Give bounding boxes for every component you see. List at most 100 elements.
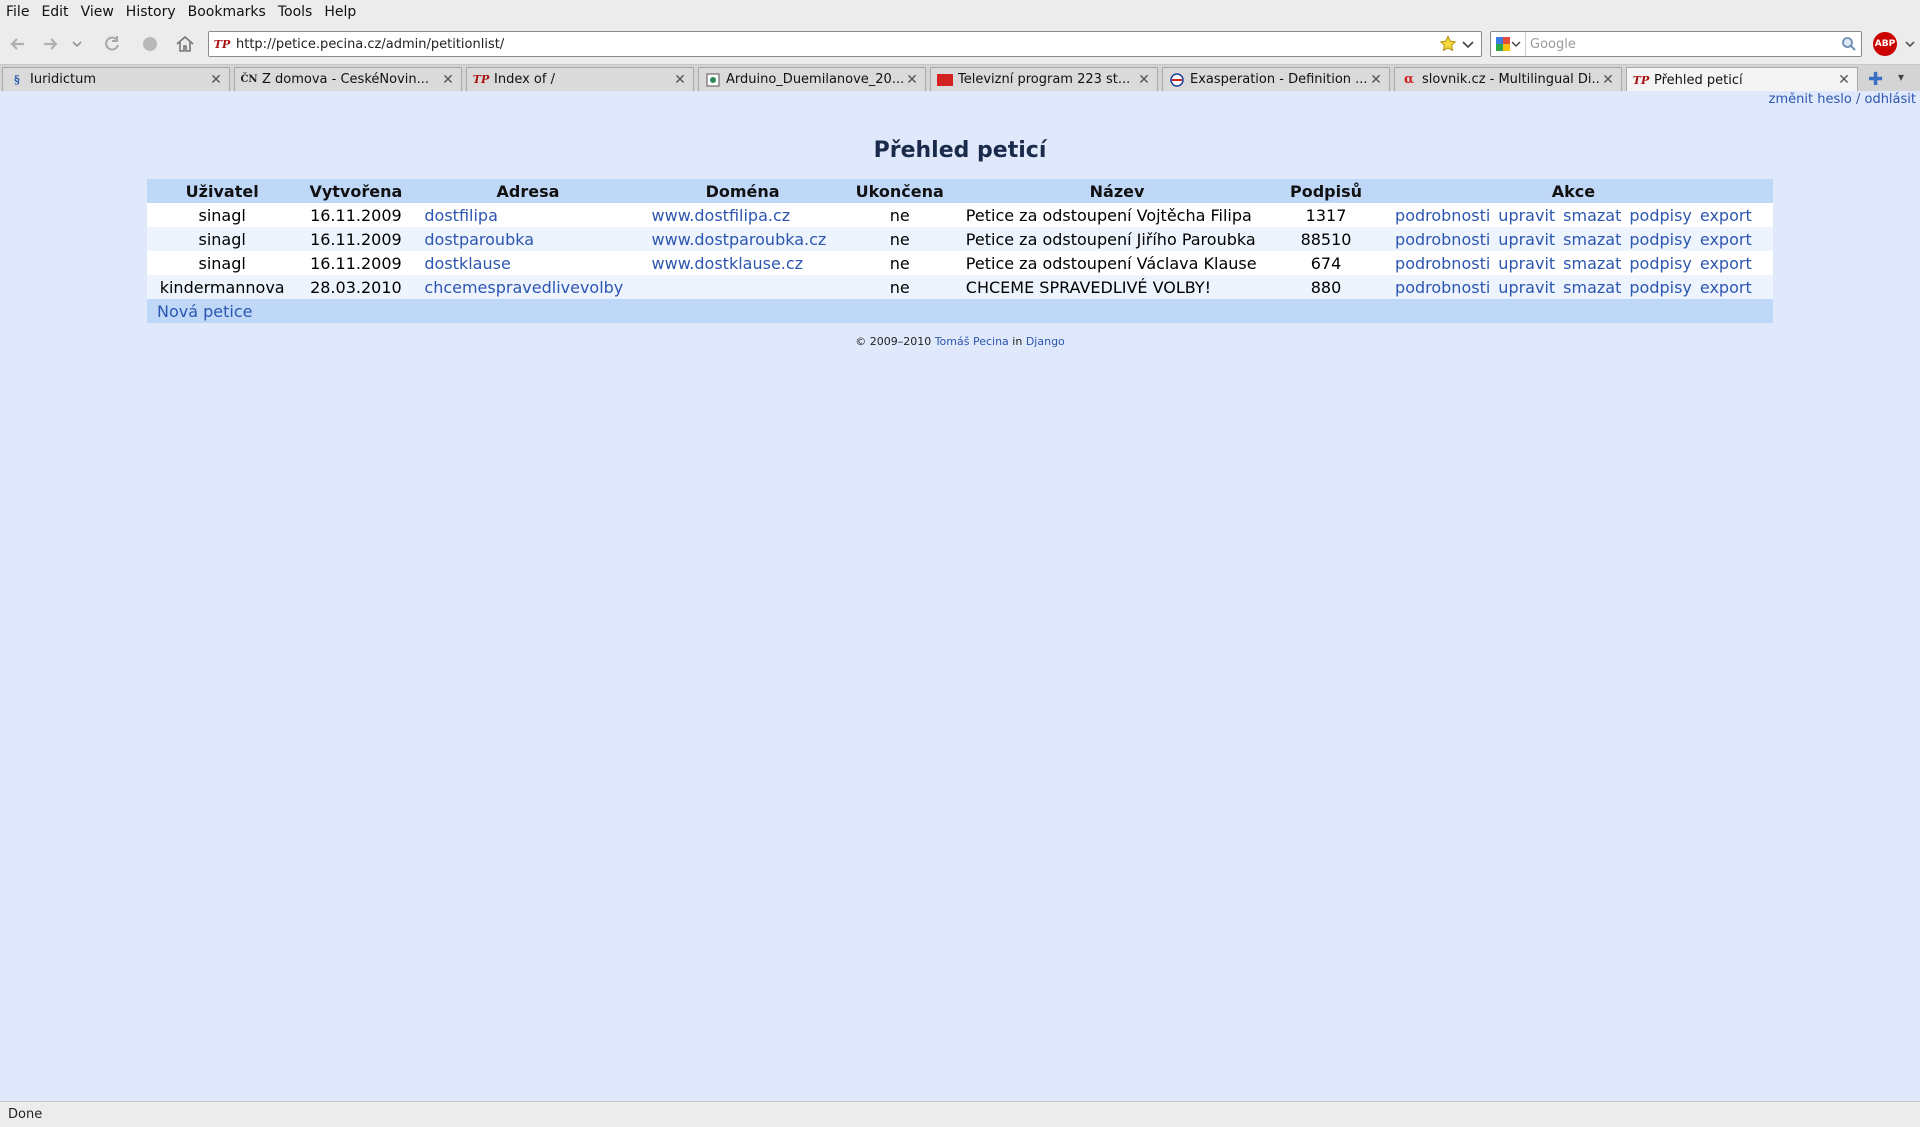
tab-index[interactable]: TP Index of / ✕ [466,67,694,91]
delete-link[interactable]: smazat [1563,230,1621,249]
reload-icon [105,36,119,51]
cell-closed: ne [843,275,956,299]
close-icon[interactable]: ✕ [1837,72,1851,88]
cell-user: kindermannova [147,275,298,299]
status-bar: Done [0,1101,1920,1127]
cell-actions: podrobnosti upravit smazat podpisy export [1373,275,1773,299]
change-password-link[interactable]: změnit heslo [1769,92,1852,107]
address-link[interactable]: dostparoubka [424,230,534,249]
address-link[interactable]: dostklause [424,254,510,273]
table-row: sinagl 16.11.2009 dostfilipa www.dostfil… [147,203,1773,227]
menu-edit[interactable]: Edit [35,4,74,20]
close-icon[interactable]: ✕ [209,72,223,88]
close-icon[interactable]: ✕ [441,72,455,88]
adblock-plus-button[interactable]: ABP [1873,32,1897,56]
stop-button[interactable] [138,32,162,56]
export-link[interactable]: export [1700,278,1752,297]
cell-created: 28.03.2010 [297,275,415,299]
close-icon[interactable]: ✕ [1137,72,1151,88]
table-footer-row: Nová petice [147,299,1773,323]
close-icon[interactable]: ✕ [673,72,687,88]
tab-ceskenoviny[interactable]: ČN Z domova - ČeskéNovin... ✕ [234,67,462,91]
edit-link[interactable]: upravit [1498,230,1555,249]
signatures-link[interactable]: podpisy [1629,278,1692,297]
domain-link[interactable]: www.dostklause.cz [652,254,804,273]
address-link[interactable]: chcemespravedlivevolby [424,278,623,297]
domain-link[interactable]: www.dostfilipa.cz [652,206,791,225]
new-tab-plus-icon[interactable]: ✚ [1868,69,1883,90]
signatures-link[interactable]: podpisy [1629,230,1692,249]
menu-bookmarks[interactable]: Bookmarks [182,4,272,20]
tab-slovnik[interactable]: α slovnik.cz - Multilingual Di... ✕ [1394,67,1622,91]
details-link[interactable]: podrobnosti [1395,278,1490,297]
logout-link[interactable]: odhlásit [1864,92,1916,107]
petition-table: Uživatel Vytvořena Adresa Doména Ukončen… [147,179,1773,323]
menu-history[interactable]: History [120,4,182,20]
tab-tv-program[interactable]: Televizní program 223 st... ✕ [930,67,1158,91]
signatures-link[interactable]: podpisy [1629,206,1692,225]
menu-tools[interactable]: Tools [272,4,319,20]
column-header-domain: Doména [641,179,844,203]
cell-signatures: 1317 [1278,203,1374,227]
new-petition-link[interactable]: Nová petice [157,302,252,321]
tab-exasperation[interactable]: Exasperation - Definition ... ✕ [1162,67,1390,91]
google-icon [1496,37,1510,51]
details-link[interactable]: podrobnosti [1395,230,1490,249]
search-icon[interactable] [1841,36,1857,52]
home-icon [176,35,194,52]
site-identity-icon[interactable]: TP [214,36,230,52]
navigation-toolbar: TP http://petice.pecina.cz/admin/petitio… [0,24,1920,65]
url-bar[interactable]: TP http://petice.pecina.cz/admin/petitio… [208,31,1482,57]
tab-label: Televizní program 223 st... [958,72,1131,87]
cell-user: sinagl [147,227,298,251]
search-engine-selector[interactable] [1491,32,1526,56]
menu-help[interactable]: Help [318,4,362,20]
author-link[interactable]: Tomáš Pecina [935,335,1009,348]
home-button[interactable] [173,32,197,56]
export-link[interactable]: export [1700,254,1752,273]
table-row: sinagl 16.11.2009 dostklause www.dostkla… [147,251,1773,275]
ceskenoviny-favicon: ČN [240,74,258,85]
close-icon[interactable]: ✕ [1601,72,1615,88]
menu-view[interactable]: View [75,4,120,20]
menu-file[interactable]: File [0,4,35,20]
cell-name: CHCEME SPRAVEDLIVÉ VOLBY! [955,275,1279,299]
signatures-link[interactable]: podpisy [1629,254,1692,273]
tab-iuridictum[interactable]: § Iuridictum ✕ [2,67,230,91]
export-link[interactable]: export [1700,206,1752,225]
url-dropdown-icon[interactable] [1461,37,1475,51]
export-link[interactable]: export [1700,230,1752,249]
userbar-separator: / [1851,92,1865,107]
adblock-menu-chevron-icon[interactable] [1904,38,1916,50]
tab-arduino[interactable]: Arduino_Duemilanove_20... ✕ [698,67,926,91]
search-input[interactable] [1526,35,1841,53]
edit-link[interactable]: upravit [1498,206,1555,225]
bookmark-star-icon[interactable] [1439,35,1457,53]
delete-link[interactable]: smazat [1563,206,1621,225]
close-icon[interactable]: ✕ [1369,72,1383,88]
details-link[interactable]: podrobnosti [1395,206,1490,225]
forward-button[interactable] [38,32,62,56]
details-link[interactable]: podrobnosti [1395,254,1490,273]
tab-prehled-petici[interactable]: TP Přehled peticí ✕ [1626,67,1858,92]
forward-arrow-icon [44,38,58,50]
edit-link[interactable]: upravit [1498,254,1555,273]
cell-actions: podrobnosti upravit smazat podpisy export [1373,251,1773,275]
address-link[interactable]: dostfilipa [424,206,497,225]
delete-link[interactable]: smazat [1563,278,1621,297]
close-icon[interactable]: ✕ [905,72,919,88]
tab-list-chevron-icon[interactable]: ▾ [1898,70,1904,84]
delete-link[interactable]: smazat [1563,254,1621,273]
history-dropdown-button[interactable] [70,32,84,56]
cell-name: Petice za odstoupení Jiřího Paroubka [955,227,1279,251]
chevron-down-icon [72,41,82,48]
tab-label: slovnik.cz - Multilingual Di... [1422,72,1601,87]
cell-signatures: 674 [1278,251,1374,275]
reload-button[interactable] [100,32,124,56]
back-button[interactable] [6,32,30,56]
domain-link[interactable]: www.dostparoubka.cz [652,230,827,249]
edit-link[interactable]: upravit [1498,278,1555,297]
url-text[interactable]: http://petice.pecina.cz/admin/petitionli… [236,37,1439,52]
django-link[interactable]: Django [1026,335,1065,348]
table-row: sinagl 16.11.2009 dostparoubka www.dostp… [147,227,1773,251]
